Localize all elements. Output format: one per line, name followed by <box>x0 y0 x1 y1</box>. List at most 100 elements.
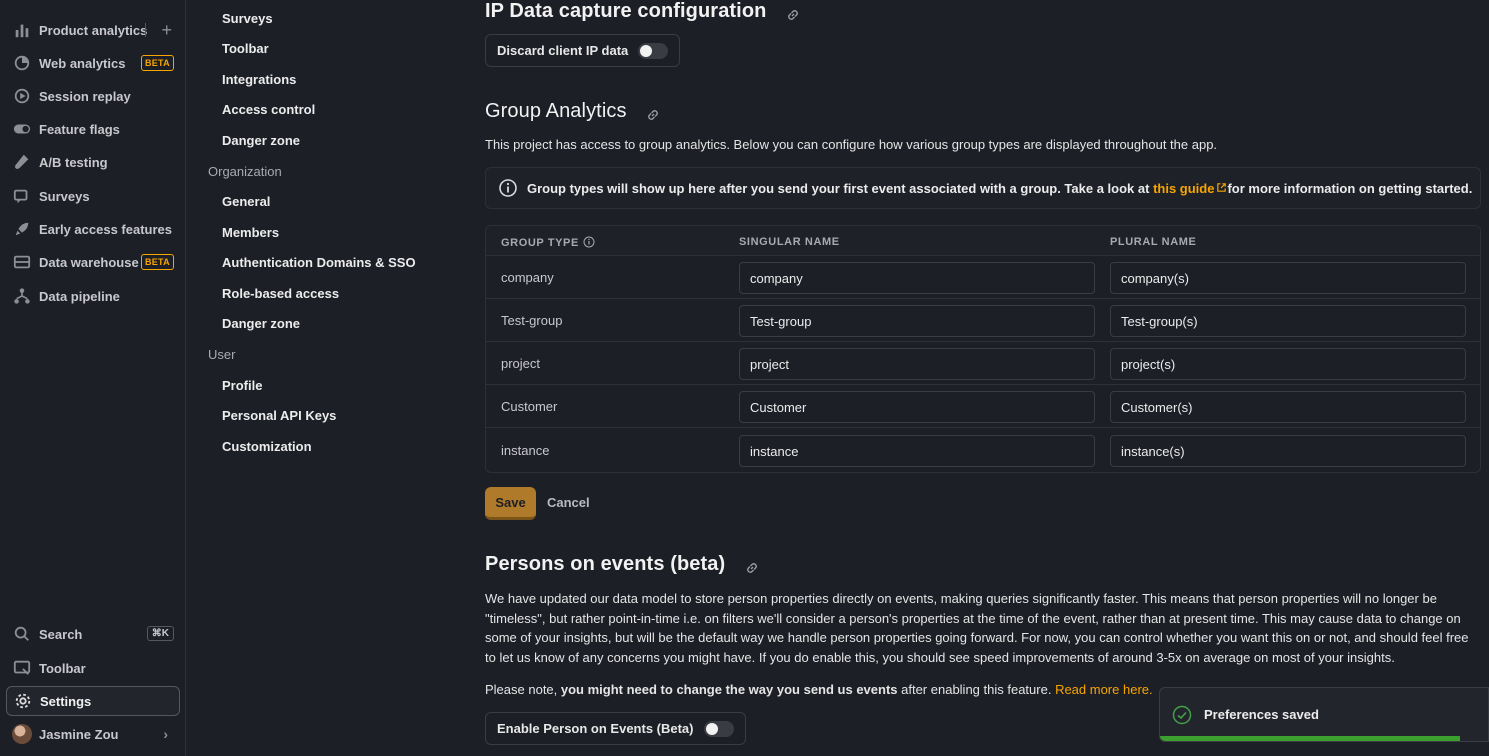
subnav-heading-user: User <box>208 347 236 362</box>
nav-label: Feature flags <box>39 121 120 137</box>
group-type-cell: project <box>501 356 541 371</box>
subnav-link-api-keys[interactable]: Personal API Keys <box>222 408 336 423</box>
subnav-link-customization[interactable]: Customization <box>222 439 312 454</box>
read-more-link[interactable]: Read more here. <box>1055 682 1153 697</box>
note-text: after enabling this feature. <box>897 682 1056 697</box>
keyboard-shortcut: ⌘K <box>146 626 174 641</box>
ip-section-title: IP Data capture configuration <box>485 0 800 23</box>
singular-name-input[interactable] <box>739 262 1095 294</box>
table-header: GROUP TYPE SINGULAR NAME PLURAL NAME <box>486 226 1480 256</box>
nav-ab-testing[interactable]: A/B testing <box>6 147 180 177</box>
enable-poe-toggle[interactable]: Enable Person on Events (Beta) <box>485 712 746 745</box>
subnav-link-integrations[interactable]: Integrations <box>222 72 296 87</box>
column-header-text: GROUP TYPE <box>501 237 579 249</box>
nav-feature-flags[interactable]: Feature flags <box>6 114 180 144</box>
plus-icon[interactable]: + <box>161 20 172 41</box>
subnav-link-access-control[interactable]: Access control <box>222 102 315 117</box>
divider <box>145 23 146 37</box>
singular-name-input[interactable] <box>739 391 1095 423</box>
section-title-text: Persons on events (beta) <box>485 553 726 575</box>
subnav-link-surveys[interactable]: Surveys <box>222 11 273 26</box>
subnav-link-profile[interactable]: Profile <box>222 378 262 393</box>
paragraph-line: "timeless", but rather point-in-time i.e… <box>485 610 1461 626</box>
nav-data-warehouse[interactable]: Data warehouse BETA <box>6 247 180 277</box>
chevron-right-icon: › <box>163 726 168 742</box>
group-description: This project has access to group analyti… <box>485 137 1218 152</box>
nav-early-access[interactable]: Early access features <box>6 214 180 244</box>
chat-icon <box>12 186 32 206</box>
discard-ip-toggle[interactable]: Discard client IP data <box>485 34 681 67</box>
toggle-label: Discard client IP data <box>497 43 629 58</box>
plural-name-input[interactable] <box>1110 391 1466 423</box>
nav-session-replay[interactable]: Session replay <box>6 81 180 111</box>
subnav-link-auth-domains[interactable]: Authentication Domains & SSO <box>222 255 416 270</box>
save-button[interactable]: Save <box>485 487 536 520</box>
plural-name-input[interactable] <box>1110 305 1466 337</box>
link-icon[interactable] <box>646 105 660 120</box>
subnav-link-general[interactable]: General <box>222 194 270 209</box>
nav-settings[interactable]: Settings <box>6 686 180 716</box>
column-header: GROUP TYPE <box>501 236 595 251</box>
group-info-banner: Group types will show up here after you … <box>485 167 1481 209</box>
nav-surveys[interactable]: Surveys <box>6 181 180 211</box>
left-navigation: Product analytics + Web analytics BETA S… <box>0 0 186 756</box>
external-link-icon <box>1216 181 1227 196</box>
subnav-link-rbac[interactable]: Role-based access <box>222 286 339 301</box>
nav-toolbar[interactable]: Toolbar <box>6 653 180 683</box>
flask-icon <box>12 152 32 172</box>
rocket-icon <box>12 219 32 239</box>
group-section-title: Group Analytics <box>485 100 660 123</box>
cancel-button[interactable]: Cancel <box>547 495 590 510</box>
info-icon <box>583 236 595 251</box>
table-row: company <box>486 256 1480 299</box>
info-text: Group types will show up here after you … <box>527 180 1154 196</box>
subnav-link-toolbar[interactable]: Toolbar <box>222 41 269 56</box>
toggle-label: Enable Person on Events (Beta) <box>497 721 694 736</box>
subnav-link-org-danger-zone[interactable]: Danger zone <box>222 316 300 331</box>
poe-description: We have updated our data model to store … <box>485 589 1469 667</box>
paragraph-line: We have updated our data model to store … <box>485 591 1437 606</box>
table-row: Test-group <box>486 299 1480 342</box>
group-type-cell: instance <box>501 443 550 458</box>
toolbar-icon <box>12 658 32 678</box>
gear-icon <box>13 691 33 711</box>
toast-progress-bar <box>1160 736 1460 741</box>
nav-web-analytics[interactable]: Web analytics BETA <box>6 48 180 78</box>
toggle-switch[interactable] <box>638 42 669 59</box>
poe-note: Please note, you might need to change th… <box>485 680 1153 700</box>
nav-label: Surveys <box>39 188 90 204</box>
table-row: Customer <box>486 385 1480 428</box>
section-title-text: IP Data capture configuration <box>485 0 767 22</box>
nav-label: A/B testing <box>39 154 108 170</box>
subnav-link-danger-zone[interactable]: Danger zone <box>222 133 300 148</box>
nav-label: Settings <box>40 693 92 709</box>
toggle-switch[interactable] <box>703 720 734 737</box>
replay-icon <box>12 86 32 106</box>
plural-name-input[interactable] <box>1110 262 1466 294</box>
nav-label: Toolbar <box>39 660 86 676</box>
singular-name-input[interactable] <box>739 305 1095 337</box>
column-header: PLURAL NAME <box>1110 236 1197 248</box>
toggle-icon <box>12 119 32 139</box>
plural-name-input[interactable] <box>1110 348 1466 380</box>
nav-label: Early access features <box>39 221 172 237</box>
nav-user-menu[interactable]: Jasmine Zou › <box>6 719 180 749</box>
singular-name-input[interactable] <box>739 348 1095 380</box>
nav-product-analytics[interactable]: Product analytics + <box>6 15 180 45</box>
database-icon <box>12 252 32 272</box>
singular-name-input[interactable] <box>739 435 1095 467</box>
toast-notification[interactable]: Preferences saved <box>1159 687 1489 742</box>
beta-badge: BETA <box>140 254 174 270</box>
nav-search[interactable]: Search ⌘K <box>6 619 180 649</box>
nav-data-pipeline[interactable]: Data pipeline <box>6 281 180 311</box>
link-icon[interactable] <box>786 5 800 20</box>
pipeline-icon <box>12 286 32 306</box>
guide-link[interactable]: this guide <box>1153 181 1214 196</box>
plural-name-input[interactable] <box>1110 435 1466 467</box>
paragraph-line: to let us know of any concerns you might… <box>485 649 1395 665</box>
subnav-heading-organization: Organization <box>208 164 282 179</box>
link-icon[interactable] <box>745 558 759 573</box>
info-text: for more information on getting started. <box>1227 180 1473 196</box>
nav-label: Data pipeline <box>39 288 120 304</box>
subnav-link-members[interactable]: Members <box>222 225 279 240</box>
